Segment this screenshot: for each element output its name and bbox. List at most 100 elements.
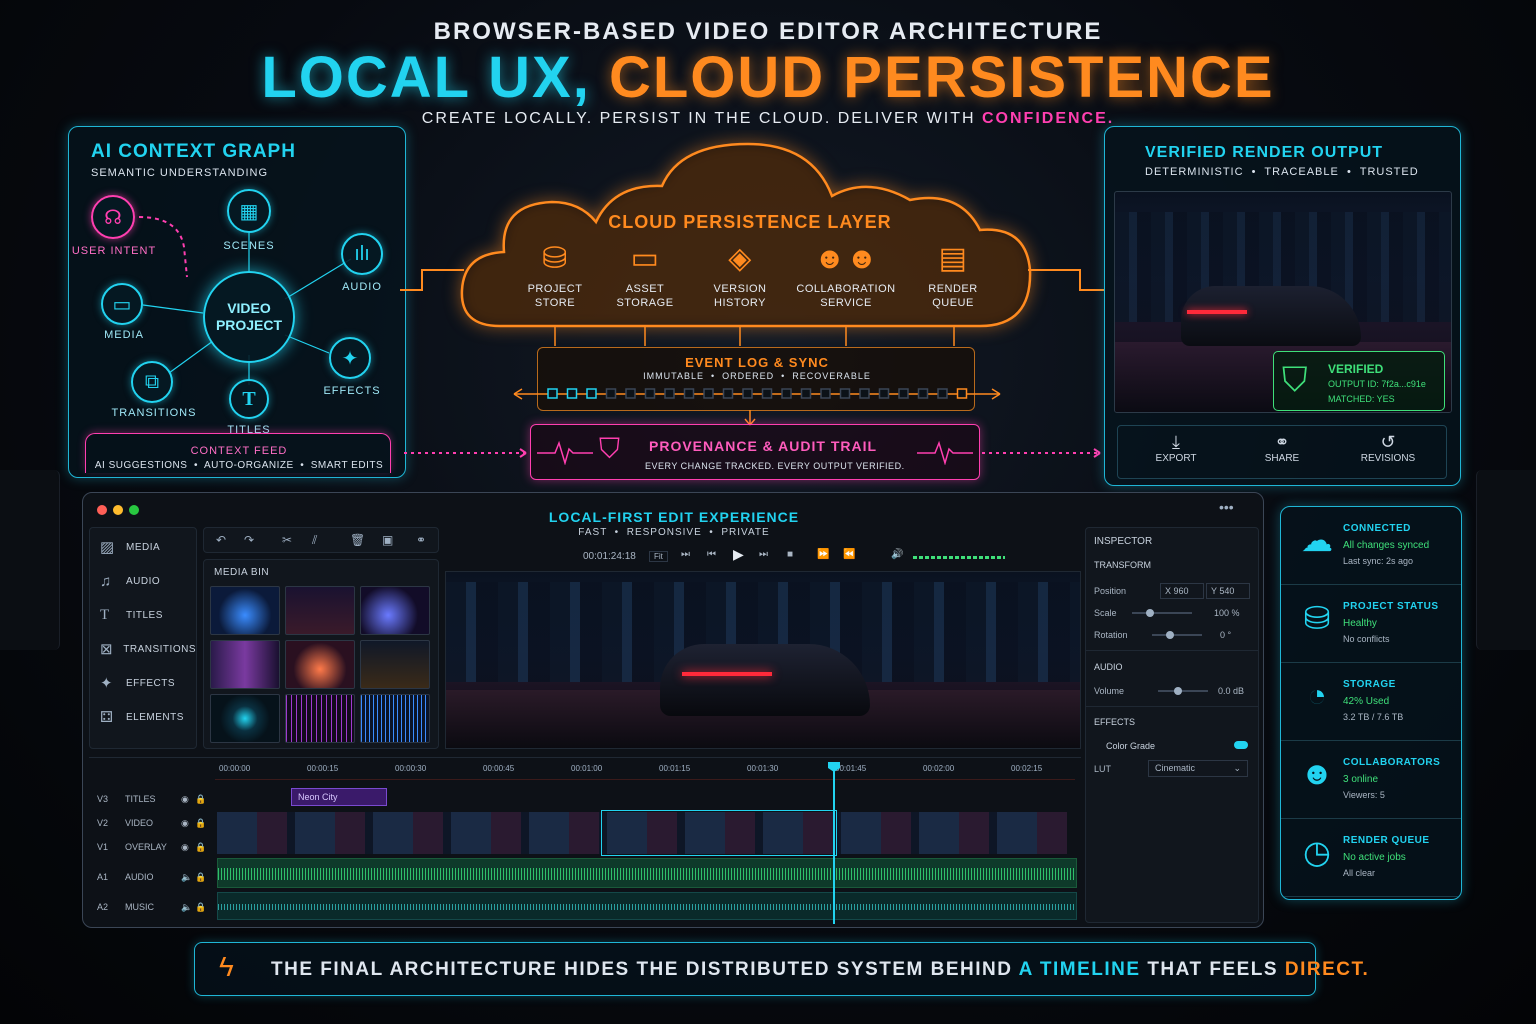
rewind-icon[interactable]: ⏪ [843, 549, 855, 560]
undo-icon[interactable]: ↶ [216, 533, 226, 547]
event-block [703, 388, 714, 399]
export-button[interactable]: ⤓ EXPORT [1128, 432, 1224, 464]
position-y-field[interactable]: Y 540 [1206, 583, 1250, 599]
color-grade-toggle[interactable] [1234, 741, 1248, 749]
eye-icon[interactable]: ◉ [181, 842, 195, 853]
redo-icon[interactable]: ↷ [244, 533, 254, 547]
export-label: EXPORT [1155, 453, 1197, 464]
timeline-ruler[interactable]: 00:00:00 00:00:15 00:00:30 00:00:45 00:01:00… [215, 758, 1075, 780]
lock-icon[interactable]: 🔒 [195, 794, 206, 805]
split-icon[interactable]: ⫽ [312, 533, 317, 548]
sidebar-item-titles[interactable]: T TITLES [90, 598, 196, 632]
media-thumb[interactable] [360, 586, 430, 635]
lightning-icon: ϟ [219, 951, 234, 982]
lock-icon[interactable]: 🔒 [195, 842, 206, 853]
sidebar-item-transitions[interactable]: ⊠ TRANSITIONS [90, 632, 196, 666]
position-x-field[interactable]: X 960 [1160, 583, 1204, 599]
lock-icon[interactable]: 🔒 [195, 902, 206, 913]
event-block [625, 388, 636, 399]
effects-label: EFFECTS [323, 385, 381, 397]
history-icon: ↺ [1380, 432, 1396, 452]
event-block [722, 388, 734, 399]
media-thumb[interactable] [360, 640, 430, 689]
video-preview [445, 571, 1081, 749]
stop-icon[interactable]: ■ [787, 549, 793, 560]
scale-value[interactable]: 100 % [1214, 608, 1240, 618]
rotation-slider[interactable] [1152, 631, 1202, 639]
film-icon: ▦ [239, 200, 259, 223]
car-taillight [682, 672, 772, 676]
music-track-waveform[interactable] [217, 892, 1077, 920]
volume-icon[interactable]: 🔊 [891, 549, 903, 560]
status-title: CONNECTED [1343, 523, 1411, 534]
media-thumb[interactable] [285, 640, 355, 689]
prev-frame-icon[interactable]: ⏮ [707, 549, 716, 560]
eye-icon[interactable]: ◉ [181, 794, 195, 805]
lock-icon[interactable]: 🔒 [195, 818, 206, 829]
fast-forward-icon[interactable]: ⏩ [817, 549, 829, 560]
sidebar-item-elements[interactable]: ⚃ ELEMENTS [90, 700, 196, 734]
cloud-icon: ☁ [1301, 522, 1333, 558]
users-icon: ☻ [1300, 755, 1334, 791]
media-node: ▭ [101, 283, 143, 325]
track-header[interactable]: A1 AUDIO 🔈 🔒 [97, 866, 209, 888]
media-thumb[interactable] [210, 694, 280, 743]
render-title: VERIFIED RENDER OUTPUT [1145, 144, 1384, 161]
database-icon: ⛁ [1303, 600, 1331, 636]
lock-icon[interactable]: 🔒 [195, 872, 206, 883]
media-thumb[interactable] [210, 640, 280, 689]
fit-dropdown[interactable]: Fit [649, 551, 668, 562]
eye-icon[interactable]: ◉ [181, 818, 195, 829]
media-thumb[interactable] [360, 694, 430, 743]
transition-icon: ⧉ [144, 370, 160, 393]
user-intent-label: USER INTENT [71, 245, 157, 257]
track-header[interactable]: A2 MUSIC 🔈 🔒 [97, 896, 209, 918]
audio-track-waveform[interactable] [217, 858, 1077, 888]
next-frame-icon[interactable]: ⏭ [759, 549, 768, 560]
slider-thumb[interactable] [1174, 687, 1182, 695]
title-clip[interactable]: Neon City [291, 788, 387, 806]
selected-clip[interactable] [601, 810, 837, 856]
media-thumb[interactable] [285, 694, 355, 743]
rotation-value[interactable]: 0 ° [1220, 630, 1231, 640]
status-panel: ☁ CONNECTED All changes synced Last sync… [1280, 506, 1462, 900]
speaker-icon[interactable]: 🔈 [181, 902, 195, 913]
track-header[interactable]: V3 TITLES ◉ 🔒 [97, 788, 209, 810]
brain-icon: ☊ [104, 206, 122, 229]
delete-icon[interactable]: 🗑 [350, 533, 365, 547]
media-thumb[interactable] [285, 586, 355, 635]
sidebar-item-media[interactable]: ▨ MEDIA [90, 530, 196, 564]
link-icon[interactable]: ⚭ [416, 533, 426, 547]
ruler-tick-label: 00:00:00 [219, 764, 251, 773]
volume-value[interactable]: 0.0 dB [1218, 686, 1244, 696]
cut-icon[interactable]: ✂ [282, 533, 292, 547]
verified-badge: ⛉ VERIFIED OUTPUT ID: 7f2a...c91e MATCHE… [1273, 351, 1445, 411]
sidebar-item-effects[interactable]: ✦ EFFECTS [90, 666, 196, 700]
editor-window: ••• LOCAL-FIRST EDIT EXPERIENCE FAST • R… [82, 492, 1264, 928]
share-button[interactable]: ⚭ SHARE [1234, 432, 1330, 464]
revisions-button[interactable]: ↺ REVISIONS [1340, 432, 1436, 464]
media-thumb[interactable] [210, 586, 280, 635]
sparkle-icon: ✦ [341, 347, 359, 370]
skip-back-icon[interactable]: ⏭ [681, 549, 690, 560]
volume-meter[interactable] [913, 556, 1005, 559]
speaker-icon[interactable]: 🔈 [181, 872, 195, 883]
effects-node: ✦ [329, 337, 371, 379]
lut-select[interactable]: Cinematic ⌄ [1148, 760, 1248, 777]
context-feed: CONTEXT FEED AI SUGGESTIONS • AUTO-ORGAN… [85, 433, 391, 473]
play-button[interactable]: ▶ [733, 546, 744, 563]
volume-slider[interactable] [1158, 687, 1208, 695]
status-state: No active jobs [1343, 852, 1406, 863]
track-header[interactable]: V1 OVERLAY ◉ 🔒 [97, 836, 209, 858]
scale-slider[interactable] [1132, 609, 1192, 617]
slider-thumb[interactable] [1166, 631, 1174, 639]
status-item-render-queue: ◷ RENDER QUEUE No active jobs All clear [1281, 819, 1461, 897]
playhead[interactable] [833, 764, 835, 924]
sidebar-item-audio[interactable]: ♫ AUDIO [90, 564, 196, 598]
crop-icon[interactable]: ▣ [382, 533, 393, 547]
slider-thumb[interactable] [1146, 609, 1154, 617]
track-header[interactable]: V2 VIDEO ◉ 🔒 [97, 812, 209, 834]
editor-title: LOCAL-FIRST EDIT EXPERIENCE [548, 509, 800, 525]
media-label: MEDIA [104, 329, 144, 341]
track-id: A2 [97, 902, 109, 912]
